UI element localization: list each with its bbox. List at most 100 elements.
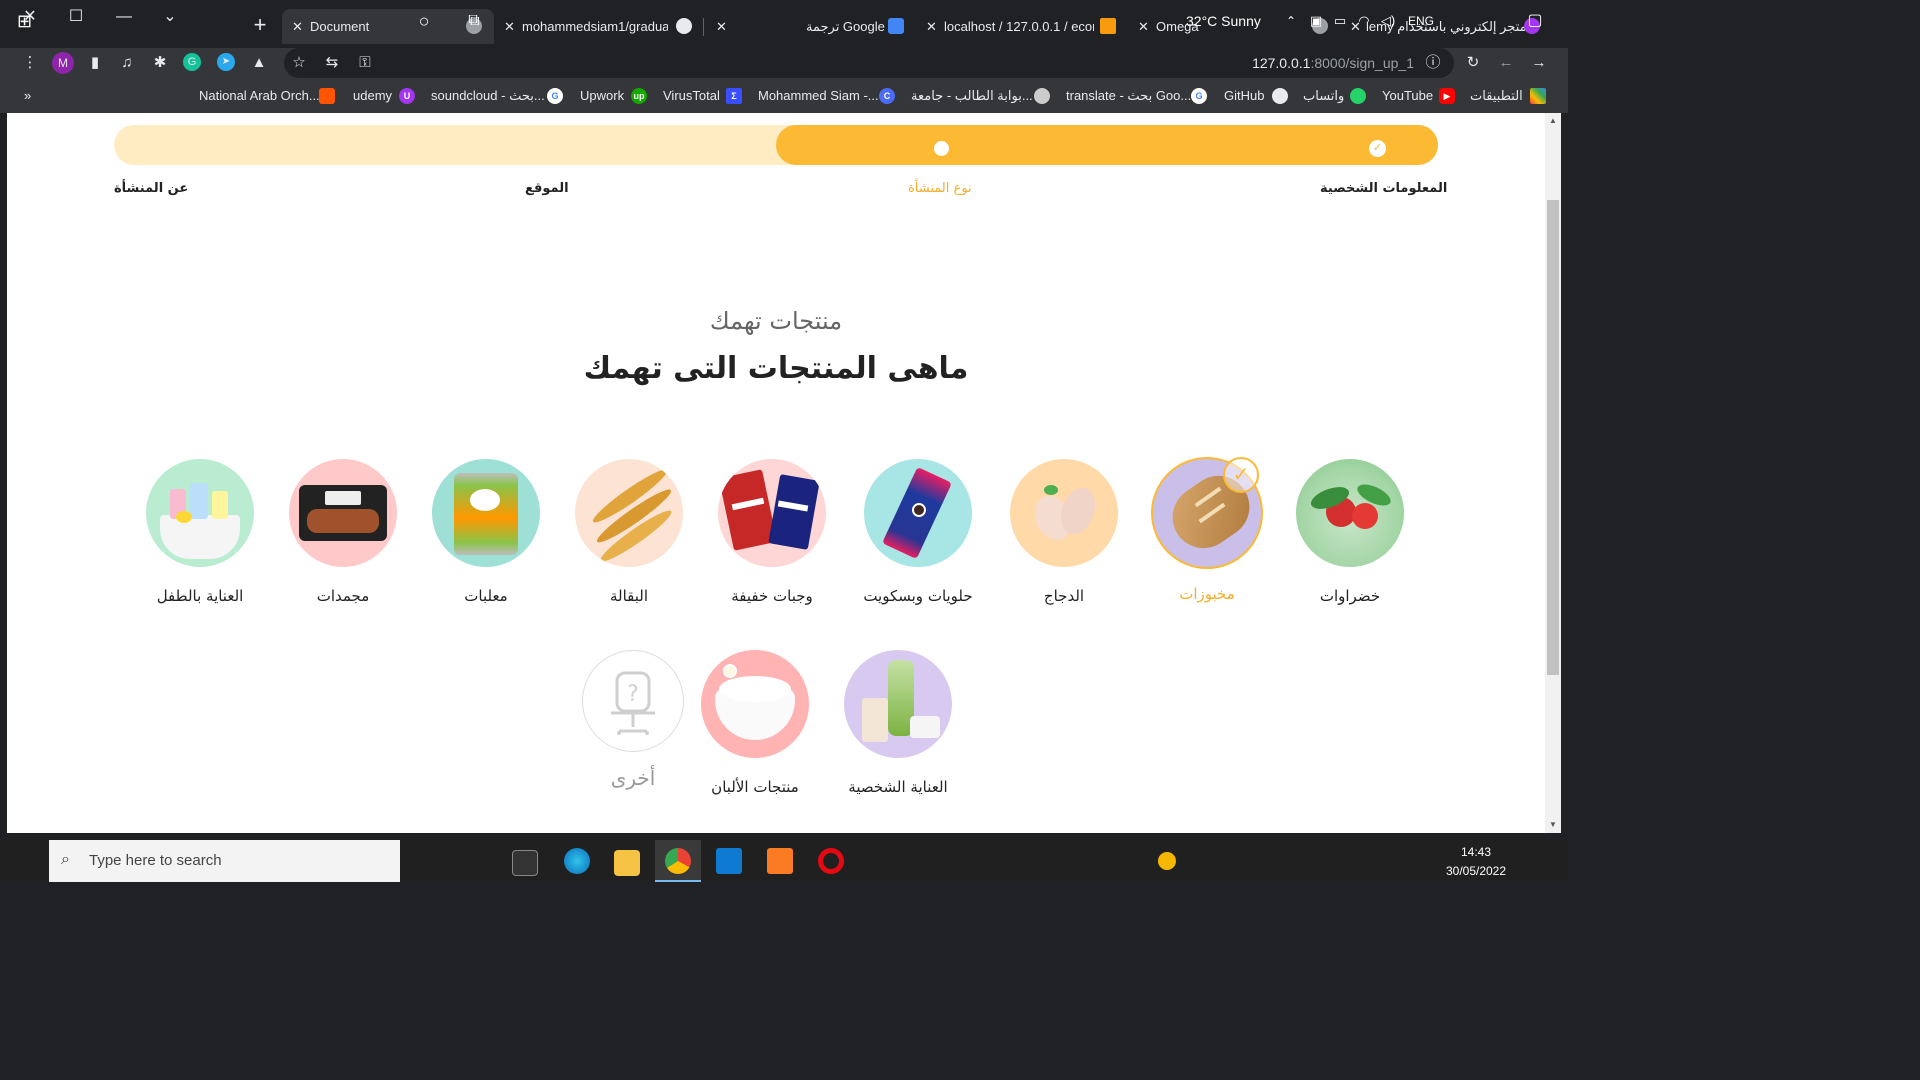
sun-icon xyxy=(1158,852,1176,870)
bookmark-mohammed-siam[interactable]: Mohammed Siam -... C xyxy=(758,82,895,110)
key-icon[interactable]: ⚿ xyxy=(354,52,376,74)
bookmark-whatsapp[interactable]: واتساب xyxy=(1303,82,1366,110)
tab-search-icon[interactable]: ⌄ xyxy=(156,6,184,28)
category-grocery[interactable]: البقالة xyxy=(554,459,704,605)
step-personal-info[interactable]: المعلومات الشخصية xyxy=(1320,181,1447,196)
selected-check-icon: ✓ xyxy=(1223,457,1259,493)
close-tab-icon[interactable]: ✕ xyxy=(1138,9,1149,44)
grammarly-icon[interactable]: G xyxy=(183,53,201,71)
forward-icon[interactable]: → xyxy=(1528,52,1550,74)
clock-date[interactable]: 30/05/2022 xyxy=(1440,864,1512,878)
bookmark-label: VirusTotal xyxy=(663,88,720,103)
url-path: :8000/sign_up_1 xyxy=(1310,55,1414,71)
snacks-image xyxy=(718,459,826,567)
bookmark-virustotal[interactable]: VirusTotal Σ xyxy=(663,82,742,110)
volume-icon[interactable]: ◁) xyxy=(1378,0,1398,42)
vuetify-icon[interactable]: ▲ xyxy=(248,52,270,74)
section-title: ماهى المنتجات التى تهمك xyxy=(583,351,969,386)
wifi-icon[interactable]: ◠ xyxy=(1354,0,1374,42)
chrome-icon[interactable] xyxy=(665,848,691,874)
telegram-icon[interactable]: ➤ xyxy=(217,53,235,71)
university-icon xyxy=(1034,88,1050,104)
chevron-up-icon[interactable]: ⌃ xyxy=(1282,0,1300,42)
scroll-down-icon[interactable]: ▼ xyxy=(1549,820,1557,829)
step-about-facility[interactable]: عن المنشأة xyxy=(114,181,188,196)
cortana-icon[interactable]: ○ xyxy=(408,0,440,42)
bookmark-github[interactable]: GitHub xyxy=(1224,82,1288,110)
category-baby-care[interactable]: العناية بالطفل xyxy=(125,459,275,605)
category-chicken[interactable]: الدجاج xyxy=(989,459,1139,605)
scrollbar-thumb[interactable] xyxy=(1547,200,1559,675)
notifications-icon[interactable]: ▢ xyxy=(1520,0,1550,42)
close-tab-icon[interactable]: ✕ xyxy=(504,9,515,44)
bookmark-label: التطبيقات xyxy=(1470,88,1523,103)
other-image: ? xyxy=(582,650,684,752)
category-other[interactable]: ? أخرى xyxy=(558,650,708,790)
category-canned[interactable]: معلبات xyxy=(411,459,561,605)
category-bakery[interactable]: ✓ مخبوزات xyxy=(1132,457,1282,603)
dairy-image xyxy=(701,650,809,758)
close-tab-icon[interactable]: ✕ xyxy=(292,9,303,44)
bookmark-apps[interactable]: التطبيقات xyxy=(1470,82,1546,110)
minimize-icon[interactable]: — xyxy=(110,6,138,28)
bookmark-youtube[interactable]: YouTube ▶ xyxy=(1382,82,1455,110)
tab-title: Document xyxy=(310,19,370,34)
maximize-icon[interactable]: ☐ xyxy=(62,6,90,28)
tab-github[interactable]: ✕ mohammedsiam1/graduat xyxy=(498,9,698,44)
windows-start-icon[interactable]: ⊞ xyxy=(0,0,49,42)
bookmark-national-arab[interactable]: National Arab Orch... xyxy=(199,82,335,110)
menu-kebab-icon[interactable]: ⋮ xyxy=(19,52,41,74)
language-indicator[interactable]: ENG xyxy=(1404,0,1438,42)
edge-icon[interactable] xyxy=(564,848,590,874)
tab-google-translate[interactable]: ✕ ترجمة Google xyxy=(710,9,910,44)
new-tab-icon[interactable]: + xyxy=(248,14,272,38)
profile-avatar[interactable]: M xyxy=(52,52,74,74)
bookmark-star-icon[interactable]: ☆ xyxy=(288,52,310,74)
extensions-icon[interactable]: ✱ xyxy=(149,52,171,74)
close-tab-icon[interactable]: ✕ xyxy=(926,9,937,44)
vscode-icon[interactable] xyxy=(716,848,742,874)
step-done-check-icon: ✓ xyxy=(1369,140,1386,157)
github-icon xyxy=(676,18,692,34)
device-icon[interactable]: ▣ xyxy=(1306,0,1326,42)
bookmark-student-portal[interactable]: بوابة الطالب - جامعة... xyxy=(911,82,1050,110)
site-info-icon[interactable]: ⓘ xyxy=(1422,52,1444,74)
task-view-icon[interactable]: ⧉ xyxy=(458,0,490,42)
category-snacks[interactable]: وجبات خفيفة xyxy=(697,459,847,605)
category-vegetables[interactable]: خضراوات xyxy=(1275,459,1425,605)
more-bookmarks-button[interactable]: » xyxy=(24,82,31,110)
bookmark-upwork[interactable]: Upwork up xyxy=(580,82,647,110)
bookmark-soundcloud-search[interactable]: soundcloud - بحث... G xyxy=(431,82,563,110)
address-bar[interactable]: ☆ ⇆ ⚿ 127.0.0.1:8000/sign_up_1 ⓘ xyxy=(284,48,1454,78)
taskbar-search-input[interactable]: Type here to search xyxy=(49,840,400,882)
step-location[interactable]: الموقع xyxy=(525,181,569,196)
bookmark-translate-search[interactable]: translate - بحث Goo... G xyxy=(1066,82,1207,110)
category-sweets-biscuits[interactable]: حلويات وبسكويت xyxy=(843,459,993,605)
share-icon[interactable]: ⇆ xyxy=(321,52,343,74)
xampp-icon[interactable] xyxy=(767,848,793,874)
google-icon: G xyxy=(1191,88,1207,104)
bookmark-udemy[interactable]: udemy U xyxy=(353,82,415,110)
clock-time[interactable]: 14:43 xyxy=(1440,845,1512,859)
close-tab-icon[interactable]: ✕ xyxy=(716,9,727,44)
category-frozen[interactable]: مجمدات xyxy=(268,459,418,605)
category-label: البقالة xyxy=(609,587,649,605)
media-control-icon[interactable]: ♫ xyxy=(116,52,138,74)
baby-care-image xyxy=(146,459,254,567)
opera-icon[interactable] xyxy=(818,848,844,874)
terminal-icon[interactable] xyxy=(512,850,538,876)
weather-text[interactable]: 32°C Sunny xyxy=(1186,0,1272,42)
tab-phpmyadmin[interactable]: ✕ localhost / 127.0.0.1 / econ xyxy=(920,9,1126,44)
back-icon[interactable]: ← xyxy=(1495,52,1517,74)
scroll-up-icon[interactable]: ▲ xyxy=(1549,116,1557,125)
vegetables-image xyxy=(1296,459,1404,567)
category-personal-care[interactable]: العناية الشخصية xyxy=(823,650,973,796)
step-facility-type[interactable]: نوع المنشأة xyxy=(908,181,972,196)
bookmark-label: واتساب xyxy=(1303,88,1345,103)
tab-title: localhost / 127.0.0.1 / econ xyxy=(944,19,1094,34)
reload-icon[interactable]: ↻ xyxy=(1462,52,1484,74)
apps-grid-icon xyxy=(1530,88,1546,104)
file-explorer-icon[interactable] xyxy=(614,850,640,876)
battery-icon[interactable]: ▭ xyxy=(1330,0,1350,42)
side-panel-icon[interactable]: ▮ xyxy=(84,52,106,74)
